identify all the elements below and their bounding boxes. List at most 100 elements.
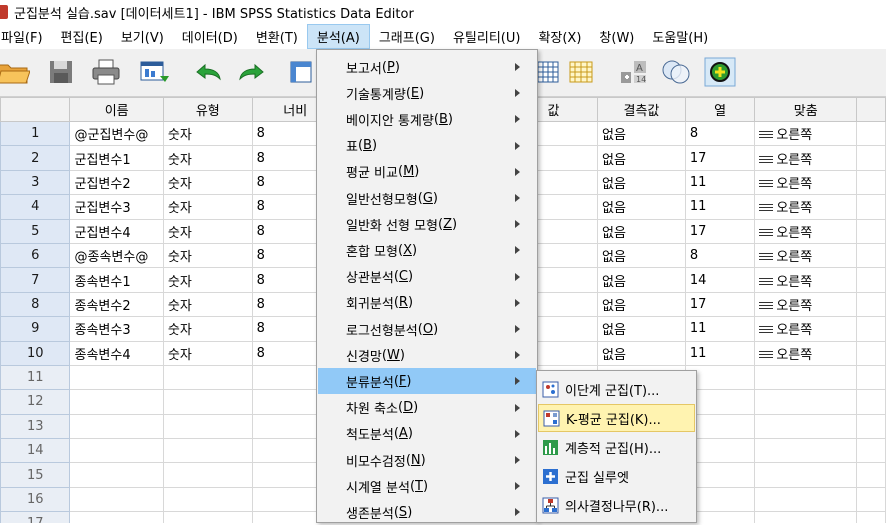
analyze-menu-item[interactable]: 로그선형분석 (O) [318,316,536,342]
empty-cell[interactable] [754,364,858,391]
empty-cell[interactable] [69,462,164,488]
measure-cell[interactable] [856,218,886,244]
empty-cell[interactable] [856,389,886,415]
empty-cell[interactable] [754,511,858,523]
variable-type-cell[interactable]: 숫자 [162,218,253,244]
row-number[interactable]: 4 [0,194,71,220]
missing-cell[interactable]: 없음 [597,340,686,366]
menu-4[interactable]: 변환(T) [247,24,307,49]
variable-type-cell[interactable]: 숫자 [162,120,253,147]
variable-name-cell[interactable]: 군집변수2 [69,169,164,196]
variable-type-cell[interactable]: 숫자 [162,242,253,269]
measure-cell[interactable] [856,340,886,366]
empty-cell[interactable] [754,462,858,488]
row-number[interactable]: 6 [0,242,71,269]
measure-cell[interactable] [856,169,886,196]
grid-table-icon[interactable] [564,57,598,87]
analyze-menu-item[interactable]: 신경망 (W) [318,342,536,368]
columns-cell[interactable]: 17 [684,218,756,244]
missing-cell[interactable]: 없음 [597,145,686,171]
empty-cell[interactable] [162,511,253,523]
row-number[interactable]: 12 [0,389,71,415]
row-number[interactable]: 5 [0,218,71,244]
row-number[interactable]: 8 [0,291,71,318]
menu-0[interactable]: 파일(F) [0,24,52,49]
columns-cell[interactable]: 11 [684,340,756,366]
variable-type-cell[interactable]: 숫자 [162,267,253,293]
missing-cell[interactable]: 없음 [597,291,686,318]
menu-10[interactable]: 도움말(H) [643,24,717,49]
recall-dialog-icon[interactable] [137,57,171,87]
missing-cell[interactable]: 없음 [597,218,686,244]
analyze-menu-item[interactable]: 분류분석 (F) [318,368,536,395]
analyze-menu-item[interactable]: 시계열 분석 (T) [318,473,536,499]
goto-case-icon[interactable] [285,57,319,87]
align-cell[interactable]: 오른쪽 [754,194,858,220]
column-header[interactable]: 유형 [162,97,253,122]
row-number[interactable]: 17 [0,511,71,523]
variable-name-cell[interactable]: 종속변수2 [69,291,164,318]
variable-name-cell[interactable]: 군집변수4 [69,218,164,244]
row-number[interactable]: 16 [0,486,71,513]
classify-menu-item[interactable]: 이단계 군집(T)... [538,375,695,403]
variable-type-cell[interactable]: 숫자 [162,340,253,366]
analyze-menu-item[interactable]: 일반선형모형 (G) [318,185,536,211]
analyze-menu-item[interactable]: 척도분석 (A) [318,421,536,447]
print-icon[interactable] [89,57,123,87]
row-number[interactable]: 15 [0,462,71,488]
row-number[interactable]: 11 [0,364,71,391]
empty-cell[interactable] [162,486,253,513]
measure-cell[interactable] [856,120,886,147]
columns-cell[interactable]: 14 [684,267,756,293]
menu-5[interactable]: 분석(A) [306,24,370,49]
variable-type-cell[interactable]: 숫자 [162,316,253,342]
empty-cell[interactable] [754,438,858,464]
variable-type-cell[interactable]: 숫자 [162,291,253,318]
add-extension-icon[interactable] [703,57,737,87]
measure-cell[interactable] [856,316,886,342]
missing-cell[interactable]: 없음 [597,267,686,293]
variable-name-cell[interactable]: 군집변수3 [69,194,164,220]
classify-menu-item[interactable]: 군집 실루엣 [538,462,695,490]
columns-cell[interactable]: 8 [684,242,756,269]
empty-cell[interactable] [69,389,164,415]
row-number[interactable]: 9 [0,316,71,342]
menu-1[interactable]: 편집(E) [52,24,112,49]
empty-cell[interactable] [162,438,253,464]
menu-3[interactable]: 데이터(D) [173,24,247,49]
analyze-menu-item[interactable]: 비모수검정 (N) [318,447,536,473]
column-header-role[interactable] [856,97,886,122]
row-number[interactable]: 3 [0,169,71,196]
empty-cell[interactable] [856,413,886,440]
align-cell[interactable]: 오른쪽 [754,340,858,366]
analyze-menu-item[interactable]: 평균 비교 (M) [318,159,536,185]
align-cell[interactable]: 오른쪽 [754,218,858,244]
columns-cell[interactable]: 11 [684,316,756,342]
value-labels-icon[interactable]: A 14 [617,57,651,87]
columns-cell[interactable]: 17 [684,145,756,171]
columns-cell[interactable]: 11 [684,169,756,196]
empty-cell[interactable] [69,438,164,464]
empty-cell[interactable] [162,413,253,440]
classify-menu-item[interactable]: 계층적 군집(H)... [538,433,695,461]
empty-cell[interactable] [856,438,886,464]
analyze-menu-item[interactable]: 차원 축소 (D) [318,395,536,421]
align-cell[interactable]: 오른쪽 [754,291,858,318]
variable-name-cell[interactable]: 종속변수4 [69,340,164,366]
classify-menu-item[interactable]: K-평균 군집(K)... [538,404,695,432]
column-header[interactable]: 결측값 [597,97,686,122]
empty-cell[interactable] [754,486,858,513]
row-number[interactable]: 1 [0,120,71,147]
align-cell[interactable]: 오른쪽 [754,145,858,171]
measure-cell[interactable] [856,194,886,220]
variable-type-cell[interactable]: 숫자 [162,169,253,196]
row-number[interactable]: 13 [0,413,71,440]
analyze-menu-item[interactable]: 표 (B) [318,133,536,159]
align-cell[interactable]: 오른쪽 [754,316,858,342]
measure-cell[interactable] [856,145,886,171]
missing-cell[interactable]: 없음 [597,242,686,269]
variable-type-cell[interactable]: 숫자 [162,145,253,171]
column-header[interactable]: 맞춤 [754,97,858,122]
row-number[interactable]: 10 [0,340,71,366]
missing-cell[interactable]: 없음 [597,316,686,342]
